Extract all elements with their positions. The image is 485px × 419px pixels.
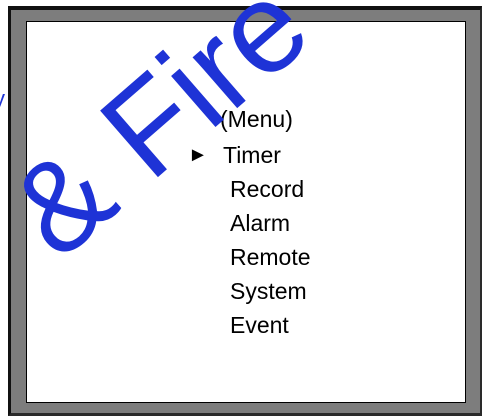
menu-item-label: Alarm — [230, 210, 291, 236]
menu-panel: (Menu) ► Timer Record Alarm Remote Syste… — [26, 21, 466, 403]
menu-item-label: Event — [230, 312, 289, 338]
menu-item-record[interactable]: Record — [27, 172, 465, 206]
menu-item-label: System — [230, 278, 307, 304]
menu-item-alarm[interactable]: Alarm — [27, 206, 465, 240]
menu-item-system[interactable]: System — [27, 274, 465, 308]
menu-item-label: Record — [230, 176, 305, 202]
watermark-fragment: y — [0, 86, 5, 112]
menu-item-timer[interactable]: ► Timer — [27, 138, 465, 172]
menu-list: ► Timer Record Alarm Remote System Event — [27, 138, 465, 342]
menu-item-event[interactable]: Event — [27, 308, 465, 342]
triangle-right-icon: ► — [188, 144, 208, 166]
menu-item-remote[interactable]: Remote — [27, 240, 465, 274]
menu-title: (Menu) — [220, 106, 293, 132]
osd-screen: y (Menu) ► Timer Record Alarm — [0, 0, 485, 419]
main-menu: (Menu) ► Timer Record Alarm Remote Syste… — [27, 22, 465, 402]
menu-frame: (Menu) ► Timer Record Alarm Remote Syste… — [8, 6, 482, 416]
menu-item-label: Remote — [230, 244, 311, 270]
menu-item-label: Timer — [223, 142, 281, 168]
